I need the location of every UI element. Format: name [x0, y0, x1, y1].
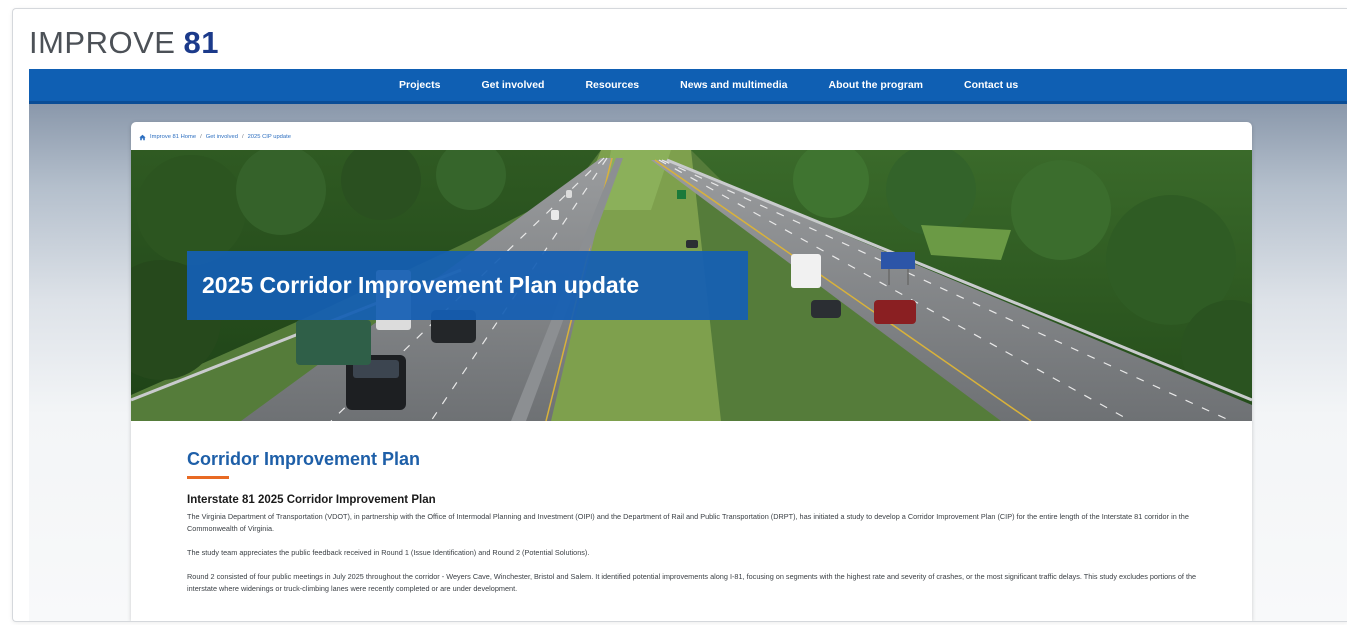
heading-accent-underline — [187, 476, 229, 479]
logo-number: 81 — [183, 25, 219, 60]
main-navigation: Projects Get involved Resources News and… — [29, 69, 1347, 104]
breadcrumb-current-page: 2025 CIP update — [247, 134, 291, 140]
site-logo[interactable]: IMPROVE 81 — [29, 25, 219, 61]
hero-title: 2025 Corridor Improvement Plan update — [202, 272, 640, 298]
breadcrumb: Improve 81 Home / Get involved / 2025 CI… — [139, 130, 291, 144]
intro-paragraph: The Virginia Department of Transportatio… — [187, 512, 1189, 533]
breadcrumb-separator: / — [200, 134, 202, 140]
content-card: Improve 81 Home / Get involved / 2025 CI… — [131, 122, 1252, 621]
section-heading: Corridor Improvement Plan — [187, 449, 421, 469]
nav-item-projects[interactable]: Projects — [399, 79, 440, 91]
round-two-paragraph: Round 2 consisted of four public meeting… — [187, 572, 1197, 593]
feedback-paragraph: The study team appreciates the public fe… — [187, 548, 590, 557]
browser-frame: IMPROVE 81 Projects Get involved Resource… — [12, 8, 1347, 622]
main-content: Corridor Improvement Plan Interstate 81 … — [187, 447, 1197, 595]
nav-item-resources[interactable]: Resources — [585, 79, 639, 91]
breadcrumb-home-link[interactable]: Improve 81 Home — [150, 134, 196, 140]
nav-item-about-the-program[interactable]: About the program — [829, 79, 924, 91]
breadcrumb-separator: / — [241, 134, 244, 140]
nav-item-contact-us[interactable]: Contact us — [964, 79, 1018, 91]
hero-banner: 2025 Corridor Improvement Plan update — [131, 150, 1252, 421]
subheading: Interstate 81 2025 Corridor Improvement … — [187, 494, 436, 506]
home-icon[interactable] — [139, 134, 146, 141]
nav-items: Projects Get involved Resources News and… — [399, 69, 1059, 101]
logo-word: IMPROVE — [29, 25, 176, 60]
hero-title-box: 2025 Corridor Improvement Plan update — [187, 251, 748, 320]
nav-item-get-involved[interactable]: Get involved — [481, 79, 544, 91]
breadcrumb-get-involved-link[interactable]: Get involved — [206, 134, 238, 140]
nav-item-news-and-multimedia[interactable]: News and multimedia — [680, 79, 787, 91]
